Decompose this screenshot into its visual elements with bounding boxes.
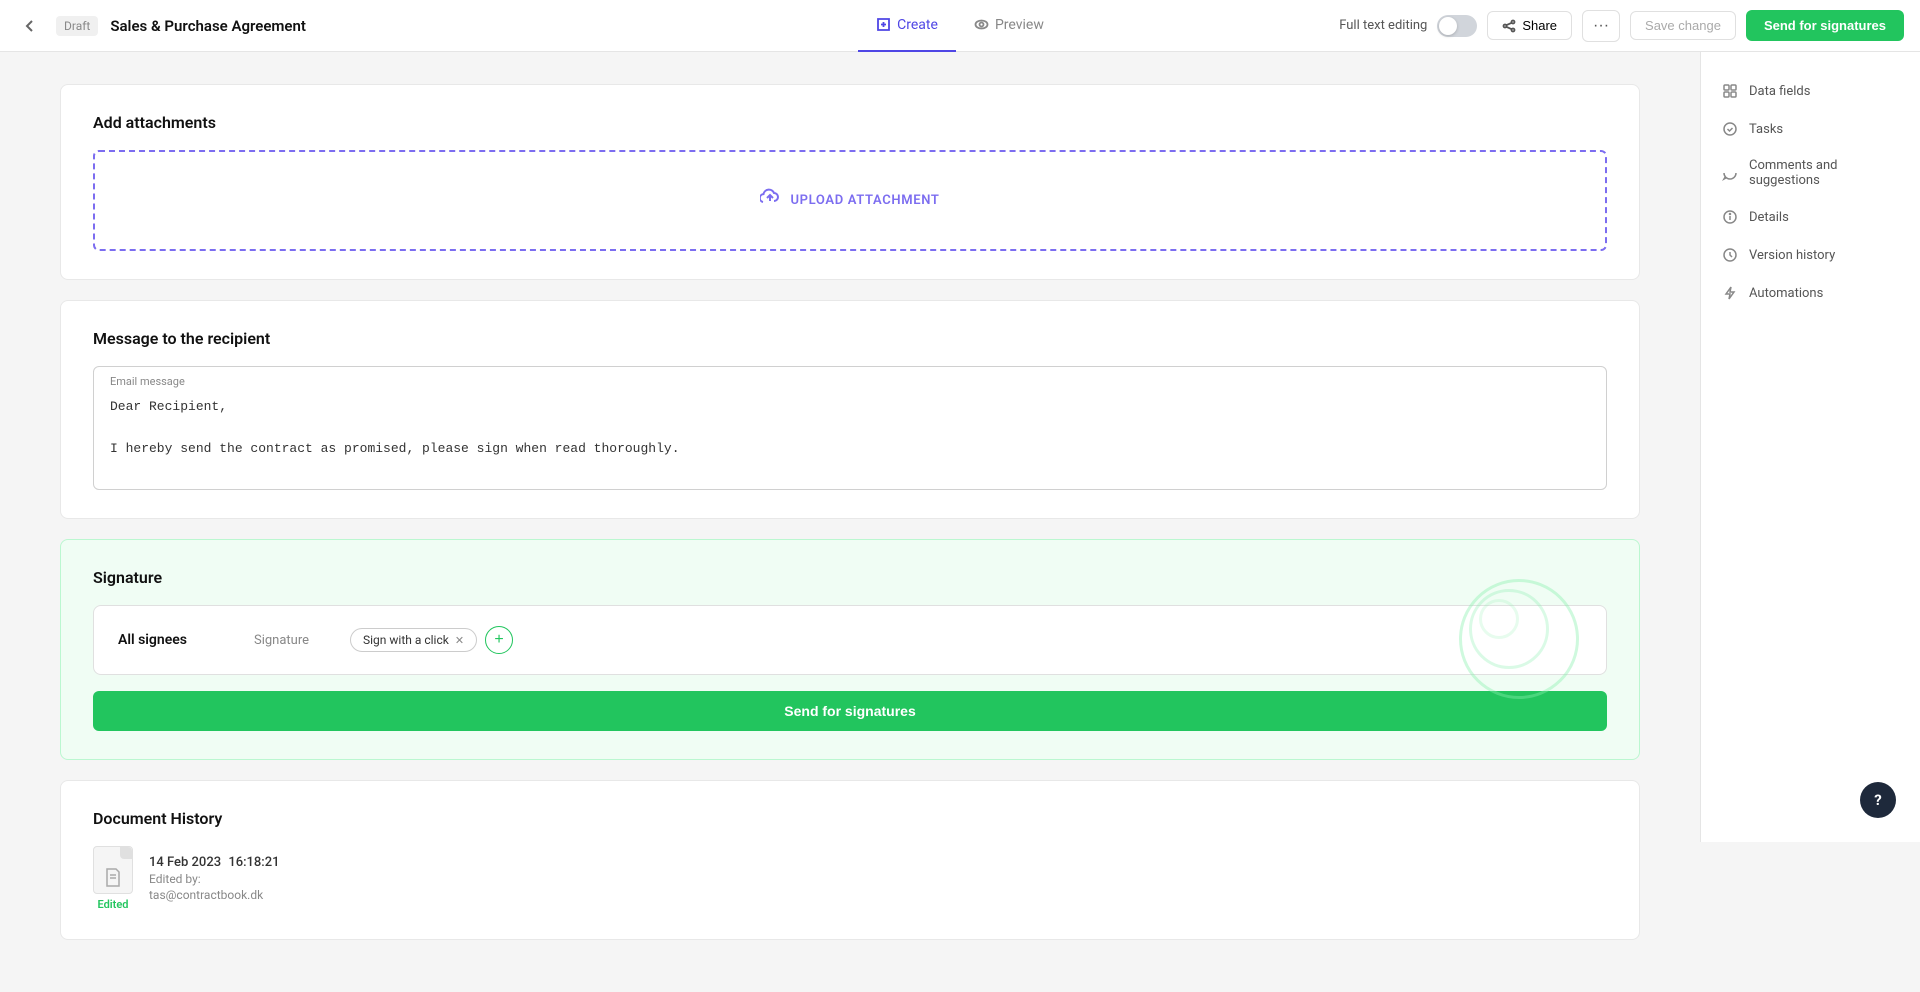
signature-title: Signature (93, 568, 1607, 587)
sidebar-item-automations[interactable]: Automations (1701, 274, 1920, 312)
upload-area[interactable]: UPLOAD ATTACHMENT (93, 150, 1607, 251)
topbar-right: Full text editing Share ··· Save change … (1062, 10, 1904, 42)
full-text-toggle[interactable] (1437, 15, 1477, 37)
share-button[interactable]: Share (1487, 11, 1572, 40)
help-button[interactable]: ? (1860, 782, 1896, 818)
save-button[interactable]: Save change (1630, 11, 1736, 40)
sidebar-label-tasks: Tasks (1749, 122, 1783, 137)
attachments-section: Add attachments UPLOAD ATTACHMENT (60, 84, 1640, 280)
history-item: Edited 14 Feb 2023 16:18:21 Edited by: t… (93, 846, 1607, 911)
sidebar-label-data-fields: Data fields (1749, 84, 1810, 99)
doc-title: Sales & Purchase Agreement (110, 17, 306, 35)
full-text-label: Full text editing (1339, 18, 1427, 33)
zap-icon (1721, 284, 1739, 302)
message-circle-icon (1721, 164, 1739, 182)
signees-label: All signees (118, 632, 238, 648)
file-icon (93, 846, 133, 894)
history-by-label: Edited by: (149, 872, 280, 886)
topbar-left: Draft Sales & Purchase Agreement (16, 12, 858, 40)
email-label: Email message (110, 375, 185, 388)
back-button[interactable] (16, 12, 44, 40)
topbar: Draft Sales & Purchase Agreement Create … (0, 0, 1920, 52)
topbar-tabs: Create Preview (858, 0, 1062, 52)
sidebar-label-comments: Comments and suggestions (1749, 158, 1900, 188)
remove-tag-button[interactable]: ✕ (455, 634, 464, 647)
check-circle-icon (1721, 120, 1739, 138)
signature-section: Signature All signees Signature Sign wit… (60, 539, 1640, 760)
info-icon (1721, 208, 1739, 226)
history-editor-email: tas@contractbook.dk (149, 888, 280, 902)
document-history-title: Document History (93, 809, 1607, 828)
signature-card: All signees Signature Sign with a click … (93, 605, 1607, 675)
sidebar-item-data-fields[interactable]: Data fields (1701, 72, 1920, 110)
draft-badge: Draft (56, 16, 98, 36)
sign-with-click-label: Sign with a click (363, 633, 449, 647)
right-sidebar: Data fields Tasks Comments and suggestio… (1700, 52, 1920, 842)
sidebar-item-comments[interactable]: Comments and suggestions (1701, 148, 1920, 198)
sidebar-label-version-history: Version history (1749, 248, 1835, 263)
send-signatures-button[interactable]: Send for signatures (93, 691, 1607, 731)
tab-create[interactable]: Create (858, 0, 956, 52)
sidebar-item-version-history[interactable]: Version history (1701, 236, 1920, 274)
history-meta: 14 Feb 2023 16:18:21 Edited by: tas@cont… (149, 855, 280, 902)
signees-row: All signees Signature Sign with a click … (118, 626, 1582, 654)
send-signatures-button-top[interactable]: Send for signatures (1746, 10, 1904, 41)
email-textarea[interactable]: Dear Recipient, I hereby send the contra… (110, 381, 1590, 471)
attachments-title: Add attachments (93, 113, 1607, 132)
sig-type-label: Signature (254, 633, 334, 648)
sidebar-label-automations: Automations (1749, 286, 1823, 301)
message-title: Message to the recipient (93, 329, 1607, 348)
grid-icon (1721, 82, 1739, 100)
content-area: Add attachments UPLOAD ATTACHMENT Messag… (0, 52, 1700, 992)
file-icon-tab (120, 847, 132, 859)
history-date: 14 Feb 2023 16:18:21 (149, 855, 280, 870)
email-wrapper: Email message Dear Recipient, I hereby s… (93, 366, 1607, 490)
tab-preview[interactable]: Preview (956, 0, 1062, 52)
sidebar-item-details[interactable]: Details (1701, 198, 1920, 236)
add-tag-button[interactable]: + (485, 626, 513, 654)
clock-icon (1721, 246, 1739, 264)
upload-icon (760, 188, 780, 213)
toggle-knob (1439, 17, 1457, 35)
sidebar-label-details: Details (1749, 210, 1789, 225)
message-section: Message to the recipient Email message D… (60, 300, 1640, 519)
main-layout: Add attachments UPLOAD ATTACHMENT Messag… (0, 52, 1920, 992)
sig-tags: Sign with a click ✕ + (350, 626, 513, 654)
more-button[interactable]: ··· (1582, 10, 1620, 42)
upload-label: UPLOAD ATTACHMENT (790, 193, 939, 208)
document-history-section: Document History Edited 14 (60, 780, 1640, 940)
edited-badge: Edited (98, 898, 129, 911)
sign-with-click-tag: Sign with a click ✕ (350, 628, 477, 652)
sidebar-item-tasks[interactable]: Tasks (1701, 110, 1920, 148)
